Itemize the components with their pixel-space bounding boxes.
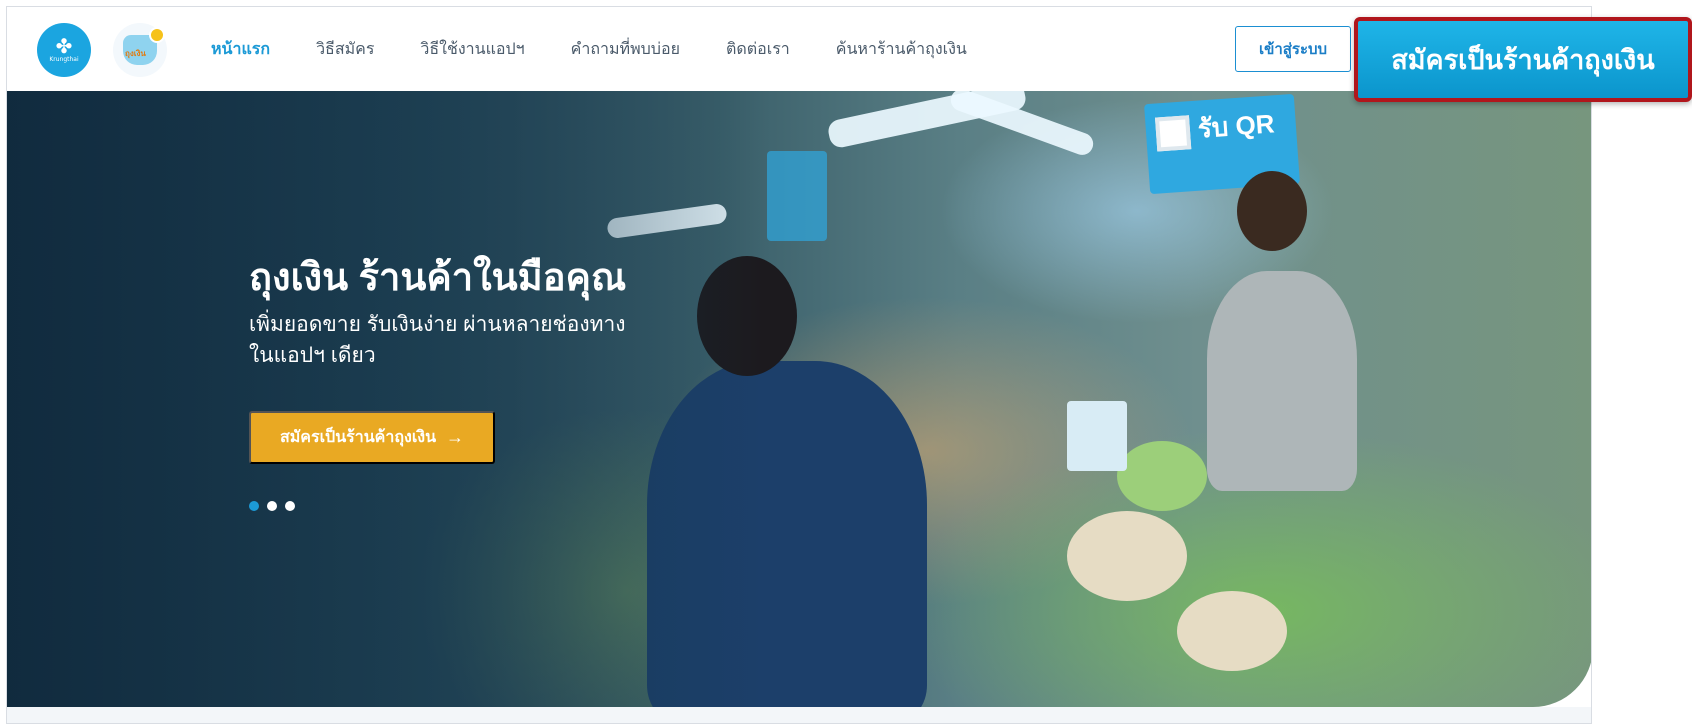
hero-subtitle-line1: เพิ่มยอดขาย รับเงินง่าย ผ่านหลายช่องทาง <box>249 313 626 336</box>
nav-links: หน้าแรก วิธีสมัคร วิธีใช้งานแอปฯ คำถามที… <box>211 7 1013 91</box>
hero-title: ถุงเงิน ร้านค้าในมือคุณ <box>249 257 627 299</box>
hero-banner: รับ QR ถุงเงิน ร้านค้าในมือคุณ เพิ่มยอดข… <box>7 91 1591 707</box>
vendor-figure <box>1207 271 1357 491</box>
produce-cabbage <box>1117 441 1207 511</box>
krungthai-logo[interactable]: ✤ Krungthai <box>37 23 91 77</box>
nav-item-home[interactable]: หน้าแรก <box>211 37 270 62</box>
krungthai-logo-text: Krungthai <box>49 56 79 63</box>
login-button[interactable]: เข้าสู่ระบบ <box>1235 26 1351 72</box>
qr-code-icon <box>1154 115 1192 152</box>
tungngern-logo[interactable]: ถุงเงิน <box>113 23 167 77</box>
next-section-strip <box>7 707 1591 723</box>
qr-sign-small <box>767 151 827 241</box>
page: ✤ Krungthai ถุงเงิน หน้าแรก วิธีสมัคร วิ… <box>0 0 1692 724</box>
arrow-right-icon: → <box>446 427 465 447</box>
signup-store-button[interactable]: สมัครเป็นร้านค้าถุงเงิน <box>1354 17 1692 102</box>
carousel-dot-3[interactable] <box>285 501 295 511</box>
browser-viewport: ✤ Krungthai ถุงเงิน หน้าแรก วิธีสมัคร วิ… <box>6 6 1592 724</box>
hero-subtitle-line2: ในแอปฯ เดียว <box>249 344 376 367</box>
carousel-indicators <box>249 501 295 511</box>
money-bag-icon: ถุงเงิน <box>123 27 165 65</box>
bird-icon: ✤ <box>55 34 73 58</box>
hero-signup-button[interactable]: สมัครเป็นร้านค้าถุงเงิน → <box>249 411 495 464</box>
qr-stand <box>1067 401 1127 471</box>
nav-item-find-store[interactable]: ค้นหาร้านค้าถุงเงิน <box>836 37 967 62</box>
hero-text-shade <box>7 91 767 707</box>
nav-item-how-to-register[interactable]: วิธีสมัคร <box>316 37 374 62</box>
produce-radish <box>1177 591 1287 671</box>
hero-signup-label: สมัครเป็นร้านค้าถุงเงิน <box>279 429 437 446</box>
carousel-dot-2[interactable] <box>267 501 277 511</box>
carousel-dot-1[interactable] <box>249 501 259 511</box>
tungngern-logo-text: ถุงเงิน <box>125 49 146 58</box>
nav-item-how-to-use-app[interactable]: วิธีใช้งานแอปฯ <box>420 37 524 62</box>
nav-item-contact[interactable]: ติดต่อเรา <box>726 37 790 62</box>
nav-item-faq[interactable]: คำถามที่พบบ่อย <box>571 37 680 62</box>
vendor-head <box>1237 171 1307 251</box>
qr-sign-text: รับ QR <box>1196 108 1276 144</box>
produce-radish <box>1067 511 1187 601</box>
hero-subtitle: เพิ่มยอดขาย รับเงินง่าย ผ่านหลายช่องทาง … <box>249 309 626 371</box>
